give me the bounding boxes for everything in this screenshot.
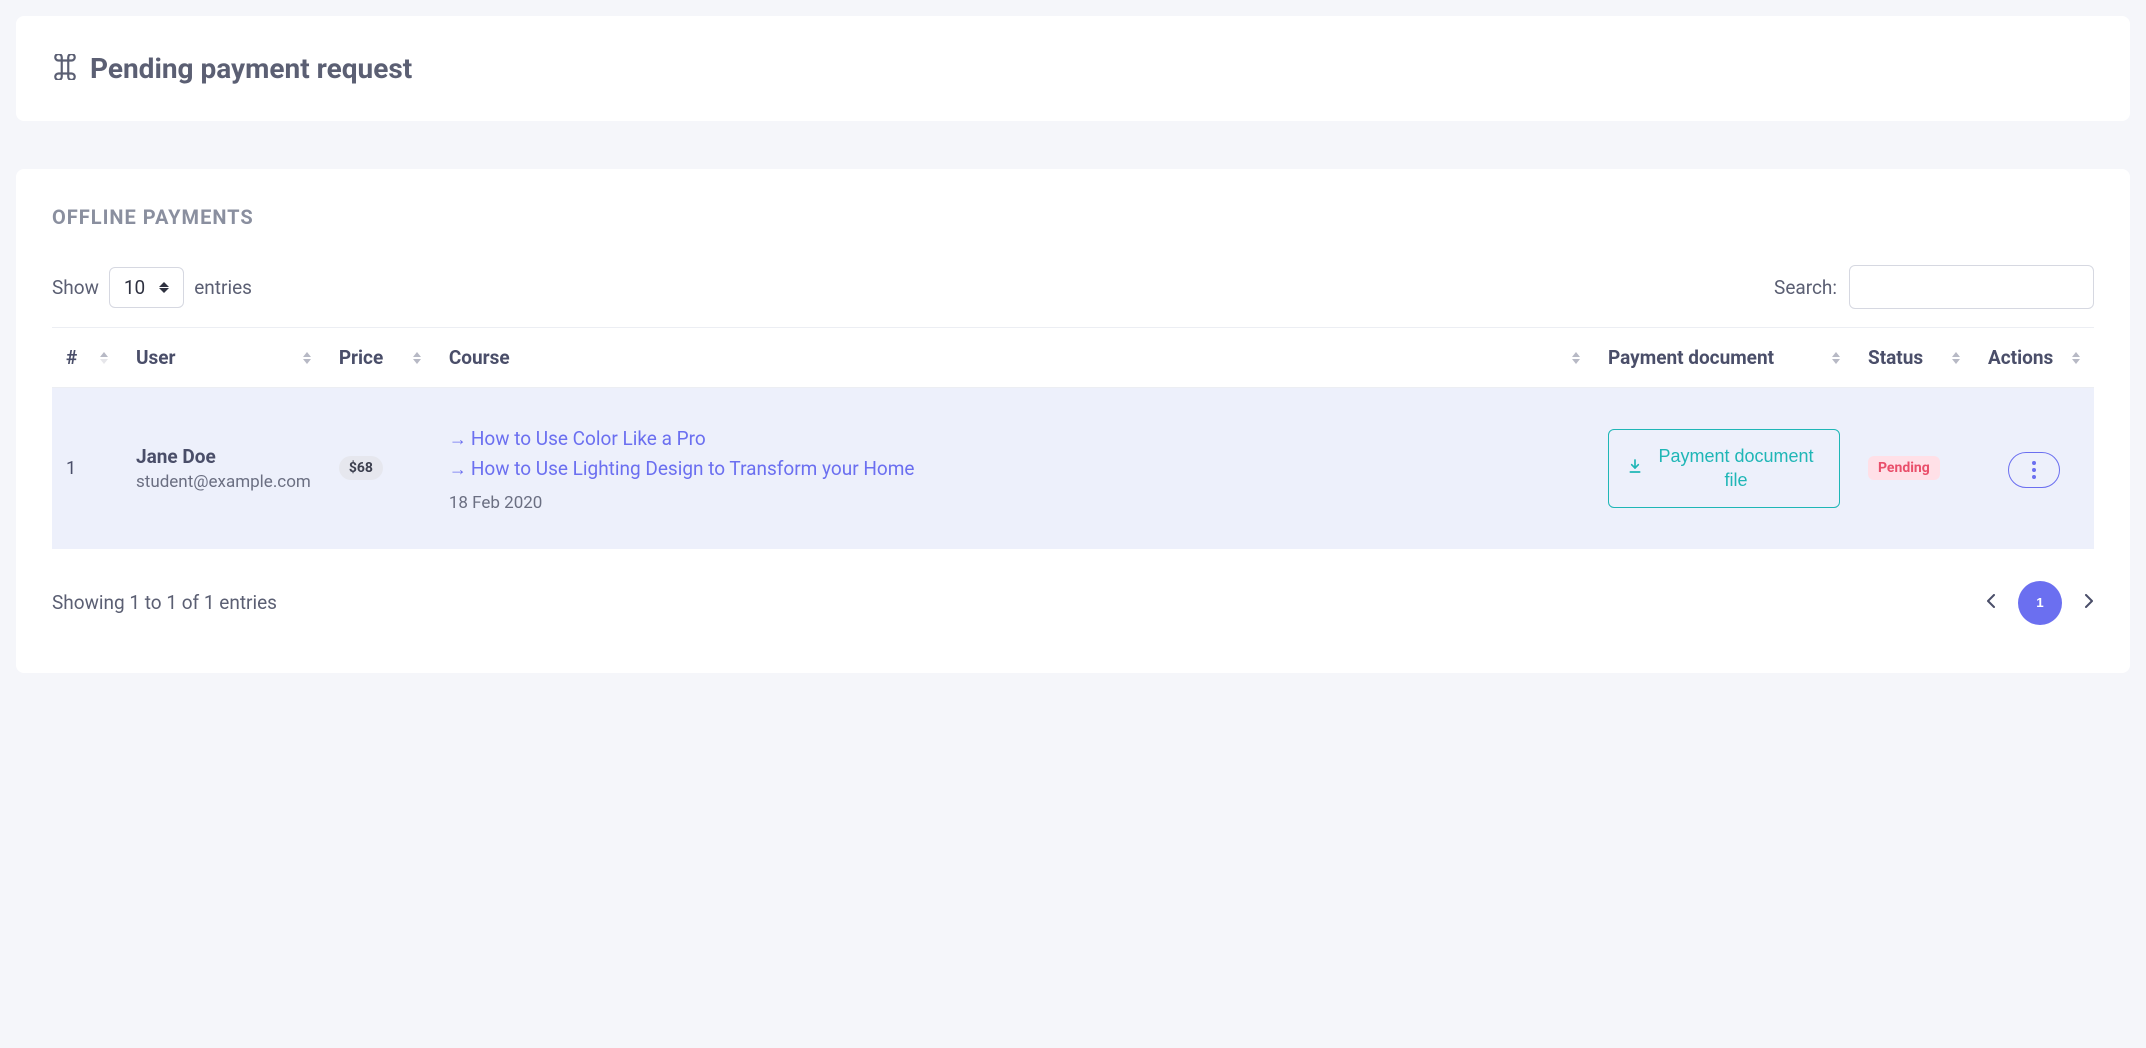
payments-table: # User Price (52, 327, 2094, 549)
col-payment-doc-label: Payment document (1608, 346, 1774, 369)
col-user[interactable]: User (122, 328, 325, 388)
arrow-right-icon: → (449, 459, 467, 480)
sort-icon (1572, 352, 1580, 364)
table-info: Showing 1 to 1 of 1 entries (52, 591, 277, 614)
cell-payment-doc: Payment document file (1594, 388, 1854, 549)
user-email: student@example.com (136, 472, 311, 492)
chevron-left-icon (1986, 594, 1996, 608)
user-name: Jane Doe (136, 445, 311, 468)
col-price-label: Price (339, 346, 383, 369)
status-badge: Pending (1868, 456, 1940, 480)
show-label: Show (52, 276, 99, 299)
cell-num: 1 (52, 388, 122, 549)
course-date: 18 Feb 2020 (449, 493, 1580, 513)
page-header-card: Pending payment request (16, 16, 2130, 121)
search-label: Search: (1774, 276, 1837, 299)
sort-icon (303, 352, 311, 364)
cell-actions (1974, 388, 2094, 549)
col-course-label: Course (449, 346, 510, 369)
command-icon (52, 54, 78, 84)
next-page-button[interactable] (2084, 594, 2094, 611)
col-price[interactable]: Price (325, 328, 435, 388)
payment-document-button[interactable]: Payment document file (1608, 429, 1840, 508)
table-row: 1 Jane Doe student@example.com $68 →How … (52, 388, 2094, 549)
search-input[interactable] (1849, 265, 2094, 309)
sort-icon (413, 352, 421, 364)
cell-price: $68 (325, 388, 435, 549)
page-button[interactable]: 1 (2018, 581, 2062, 625)
download-icon (1627, 456, 1643, 480)
sort-icon (1952, 352, 1960, 364)
col-payment-doc[interactable]: Payment document (1594, 328, 1854, 388)
payment-document-label: Payment document file (1651, 444, 1821, 493)
col-num-label: # (66, 346, 77, 369)
row-actions-button[interactable] (2008, 452, 2060, 488)
col-actions[interactable]: Actions (1974, 328, 2094, 388)
col-num[interactable]: # (52, 328, 122, 388)
cell-user: Jane Doe student@example.com (122, 388, 325, 549)
entries-label: entries (194, 276, 252, 299)
price-pill: $68 (339, 456, 383, 480)
section-title: OFFLINE PAYMENTS (52, 205, 2094, 229)
arrow-right-icon: → (449, 429, 467, 450)
sort-icon (1832, 352, 1840, 364)
offline-payments-card: OFFLINE PAYMENTS Show 10 entries Search:… (16, 169, 2130, 673)
cell-status: Pending (1854, 388, 1974, 549)
col-status-label: Status (1868, 346, 1923, 369)
col-actions-label: Actions (1988, 346, 2053, 369)
page-title: Pending payment request (90, 52, 412, 85)
col-course[interactable]: Course (435, 328, 1594, 388)
pagination: 1 (1986, 581, 2094, 625)
show-entries-control: Show 10 entries (52, 267, 252, 308)
entries-select[interactable]: 10 (109, 267, 184, 308)
col-status[interactable]: Status (1854, 328, 1974, 388)
sort-icon (2072, 352, 2080, 364)
entries-select-value: 10 (124, 276, 145, 299)
cell-course: →How to Use Color Like a Pro →How to Use… (435, 388, 1594, 549)
col-user-label: User (136, 346, 176, 369)
course-link[interactable]: How to Use Color Like a Pro (471, 427, 706, 450)
course-link[interactable]: How to Use Lighting Design to Transform … (471, 457, 915, 480)
sort-icon (100, 352, 108, 364)
chevron-right-icon (2084, 594, 2094, 608)
search-control: Search: (1774, 265, 2094, 309)
prev-page-button[interactable] (1986, 594, 1996, 611)
select-caret-icon (159, 282, 169, 293)
